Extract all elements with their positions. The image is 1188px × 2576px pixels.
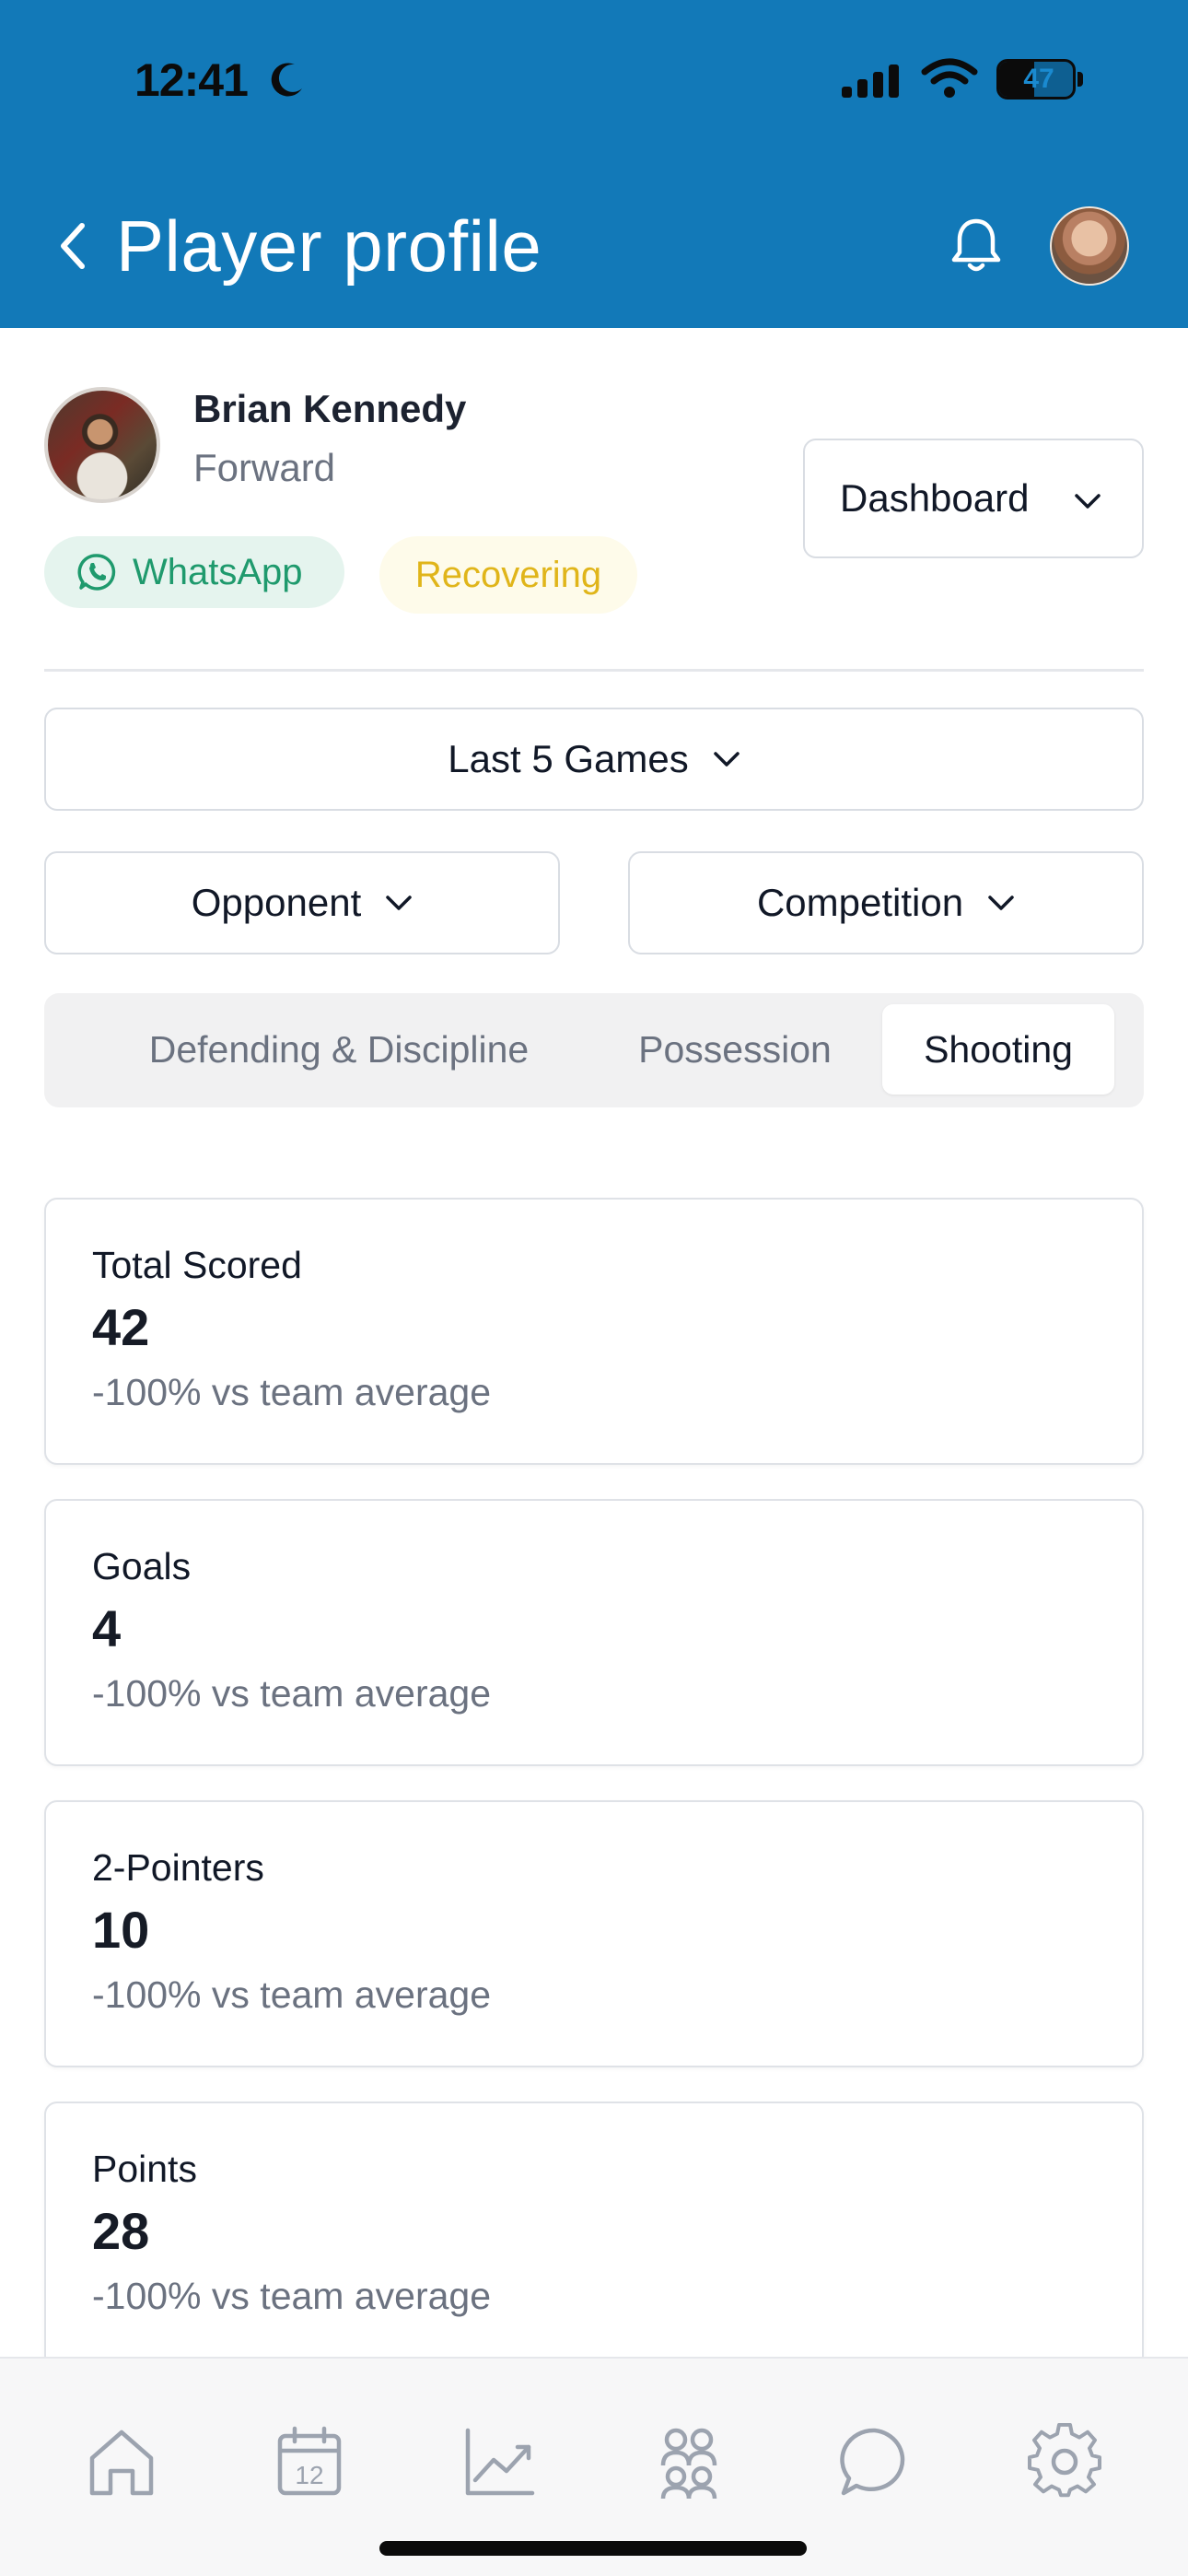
stat-comparison: -100% vs team average xyxy=(92,1672,492,1715)
status-badge: Recovering xyxy=(379,536,637,614)
player-position: Forward xyxy=(193,446,336,489)
svg-text:12: 12 xyxy=(295,2461,323,2489)
opponent-filter-dropdown[interactable]: Opponent xyxy=(44,851,560,954)
tab-defending-discipline[interactable]: Defending & Discipline xyxy=(81,1004,597,1095)
tab-shooting[interactable]: Shooting xyxy=(882,1004,1114,1095)
whatsapp-icon xyxy=(77,554,116,591)
status-time: 12:41 xyxy=(134,54,249,106)
stat-title: 2-Pointers xyxy=(92,1846,264,1889)
signal-icon xyxy=(842,64,899,98)
whatsapp-button[interactable]: WhatsApp xyxy=(44,536,344,608)
chat-icon[interactable] xyxy=(836,2423,914,2500)
status-badge-label: Recovering xyxy=(414,554,602,595)
chevron-down-icon xyxy=(988,896,1014,910)
player-avatar xyxy=(44,387,160,503)
back-button[interactable] xyxy=(46,214,98,278)
view-select-label: Dashboard xyxy=(840,476,1030,520)
player-name: Brian Kennedy xyxy=(193,387,467,430)
stat-card-total-scored: Total Scored 42 -100% vs team average xyxy=(44,1198,1144,1465)
stat-title: Goals xyxy=(92,1545,192,1587)
chevron-down-icon xyxy=(386,896,412,910)
battery-percent: 47 xyxy=(1023,64,1054,94)
whatsapp-label: WhatsApp xyxy=(133,551,303,592)
stat-value: 28 xyxy=(92,2202,150,2260)
stat-card-goals: Goals 4 -100% vs team average xyxy=(44,1499,1144,1766)
chevron-down-icon xyxy=(713,752,740,767)
wifi-icon xyxy=(921,58,978,98)
range-filter-dropdown[interactable]: Last 5 Games xyxy=(44,708,1144,811)
stat-comparison: -100% vs team average xyxy=(92,2275,492,2317)
calendar-icon[interactable]: 12 xyxy=(271,2423,348,2500)
stats-tab-bar: Defending & Discipline Possession Shooti… xyxy=(44,993,1144,1107)
team-icon[interactable] xyxy=(650,2423,728,2500)
stat-value: 4 xyxy=(92,1599,122,1657)
stat-comparison: -100% vs team average xyxy=(92,1973,492,2016)
stat-comparison: -100% vs team average xyxy=(92,1371,492,1413)
stat-value: 10 xyxy=(92,1901,150,1959)
page-title: Player profile xyxy=(116,205,542,287)
view-select-dropdown[interactable]: Dashboard xyxy=(803,439,1144,558)
stat-card-points: Points 28 -100% vs team average xyxy=(44,2102,1144,2369)
settings-icon[interactable] xyxy=(1026,2423,1103,2500)
tab-possession[interactable]: Possession xyxy=(597,1004,873,1095)
divider xyxy=(44,669,1144,672)
home-icon[interactable] xyxy=(83,2423,160,2500)
chevron-down-icon xyxy=(1075,494,1101,509)
moon-icon xyxy=(271,63,302,97)
home-indicator[interactable] xyxy=(379,2541,807,2556)
chart-icon[interactable] xyxy=(460,2423,538,2500)
battery-indicator: 47 xyxy=(996,59,1085,100)
chevron-left-icon xyxy=(61,223,85,269)
stat-card-2-pointers: 2-Pointers 10 -100% vs team average xyxy=(44,1800,1144,2067)
competition-filter-dropdown[interactable]: Competition xyxy=(628,851,1144,954)
stat-value: 42 xyxy=(92,1298,150,1356)
app-header: 12:41 47 Player profile xyxy=(0,0,1188,328)
range-filter-label: Last 5 Games xyxy=(448,737,689,780)
user-avatar[interactable] xyxy=(1050,206,1129,286)
opponent-filter-label: Opponent xyxy=(191,881,362,924)
stat-title: Total Scored xyxy=(92,1244,302,1286)
bell-icon[interactable] xyxy=(949,214,1004,278)
competition-filter-label: Competition xyxy=(756,881,964,924)
stat-title: Points xyxy=(92,2148,197,2190)
